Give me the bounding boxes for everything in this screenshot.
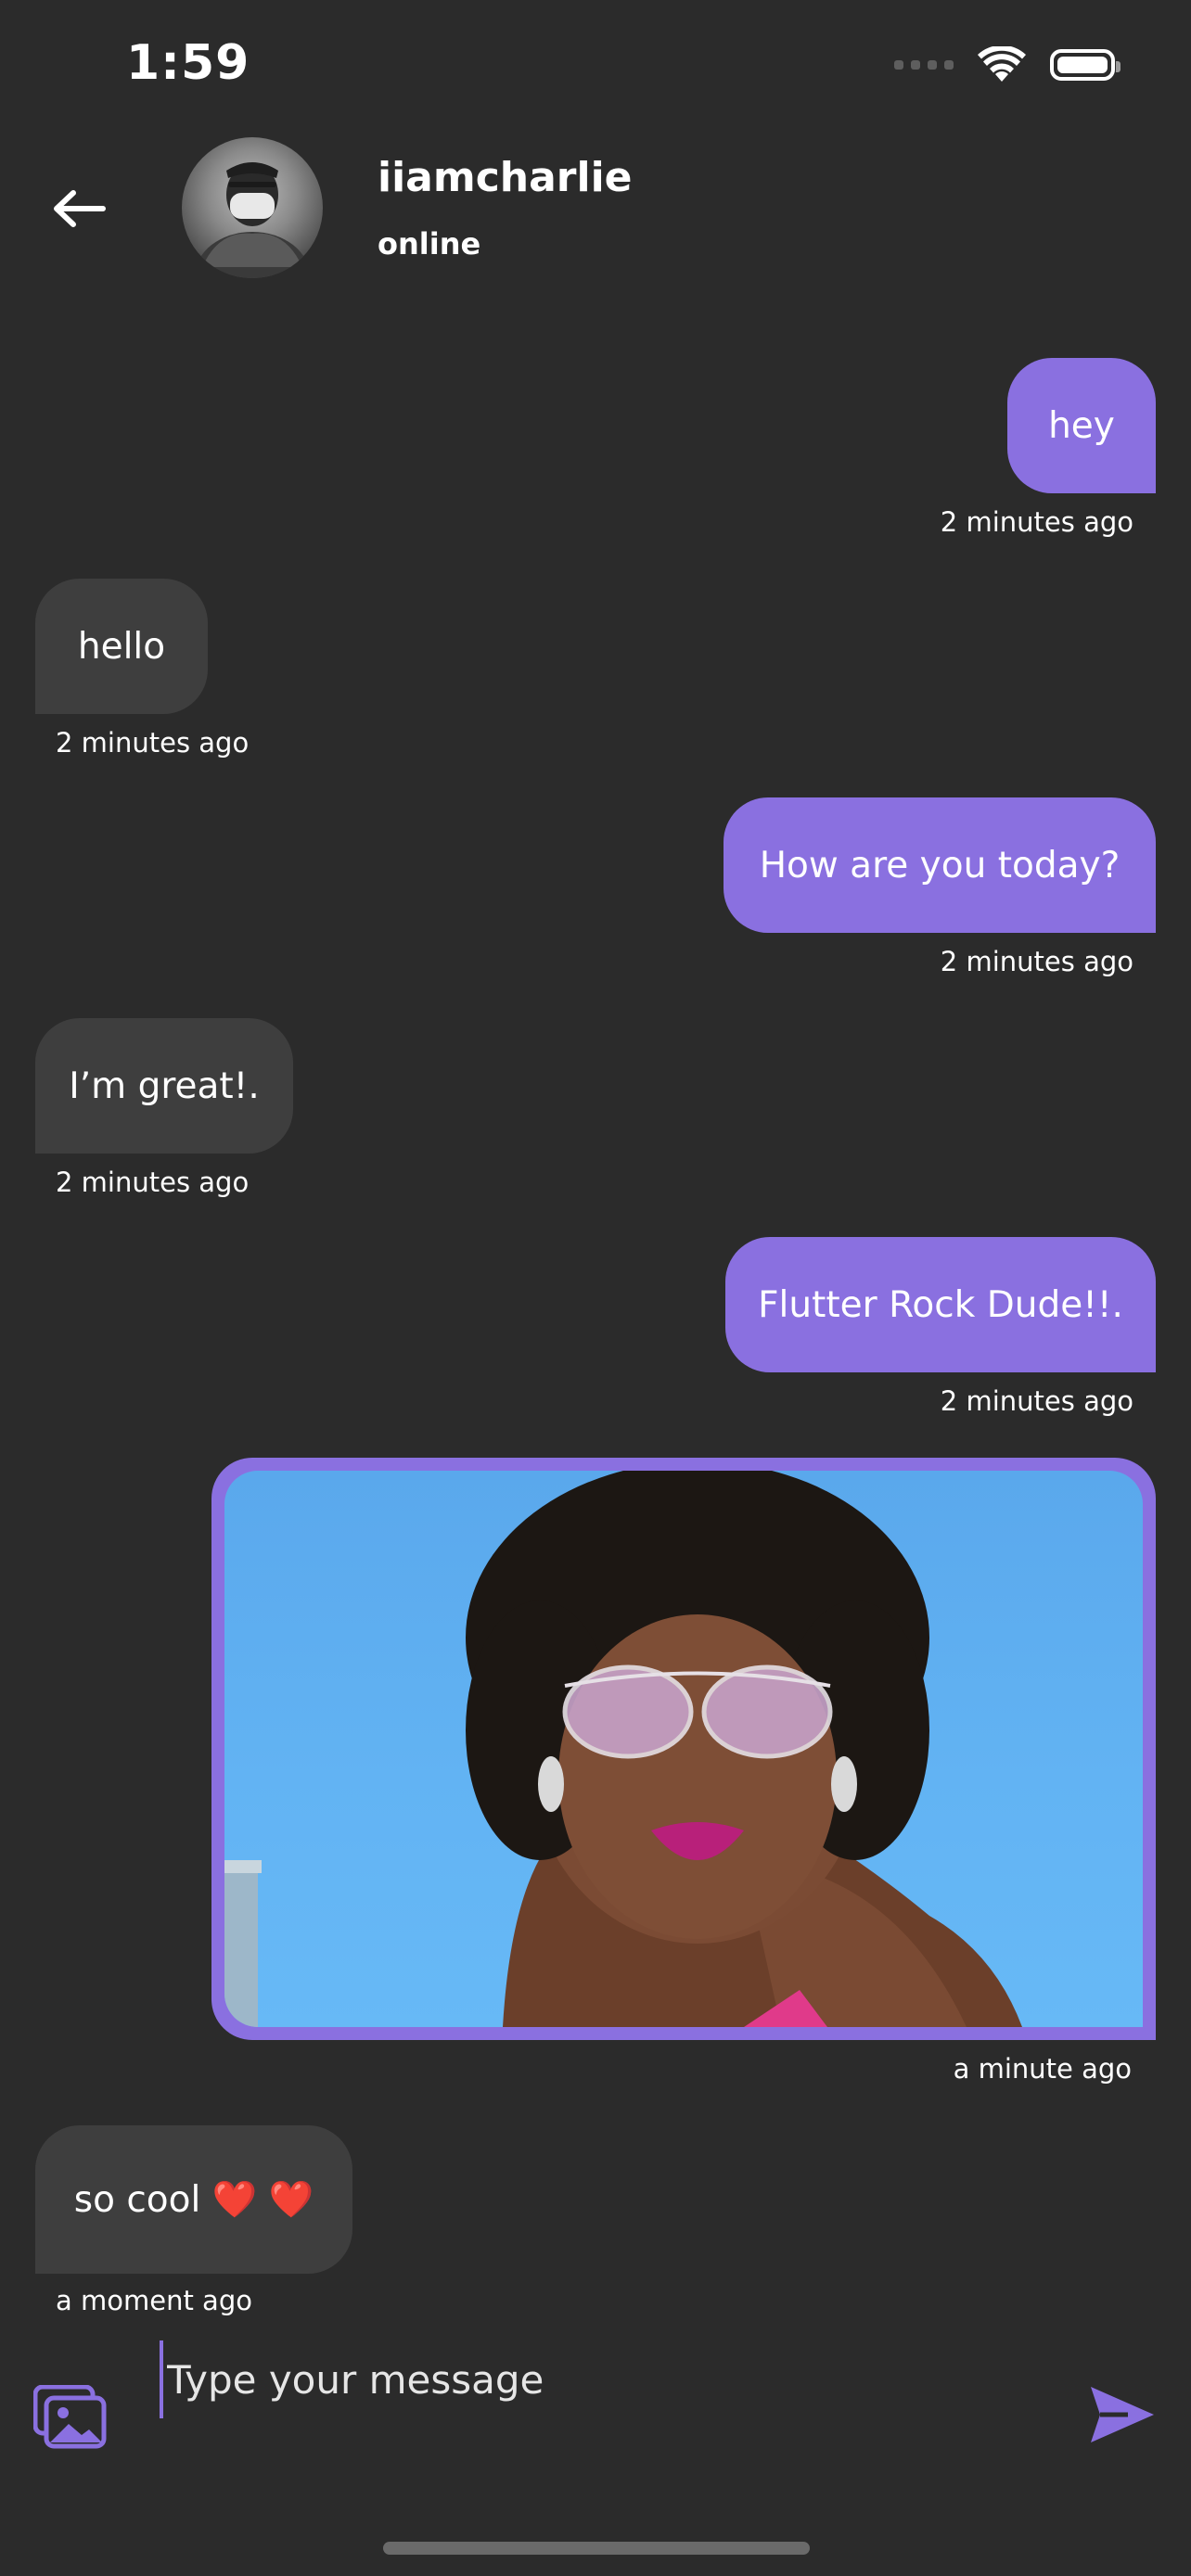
battery-icon (1050, 49, 1121, 81)
message-text: How are you today? (759, 844, 1121, 886)
message-text: hello (77, 625, 166, 668)
message-bubble-incoming[interactable]: I’m great!. (35, 1018, 293, 1154)
cellular-signal-icon (894, 60, 954, 70)
message-time: 2 minutes ago (56, 1167, 250, 1198)
message-time: 2 minutes ago (940, 1385, 1133, 1417)
message-text: hey (1048, 404, 1115, 447)
avatar[interactable] (182, 137, 323, 278)
send-icon (1091, 2387, 1154, 2442)
contact-name: iiamcharlie (378, 154, 633, 201)
message-bubble-incoming[interactable]: so cool ❤️ ❤️ (35, 2125, 352, 2274)
gallery-icon (32, 2384, 107, 2449)
message-bubble-incoming[interactable]: hello (35, 579, 208, 714)
arrow-left-icon (54, 190, 106, 227)
contact-status: online (378, 226, 481, 261)
send-button[interactable] (1087, 2379, 1158, 2450)
status-time: 1:59 (126, 35, 250, 91)
wifi-icon (978, 46, 1026, 82)
message-time: 2 minutes ago (940, 506, 1133, 538)
message-text: so cool ❤️ ❤️ (73, 2179, 314, 2221)
shared-photo (224, 1471, 1143, 2027)
message-image[interactable] (211, 1458, 1156, 2040)
message-time: 2 minutes ago (56, 727, 250, 759)
message-bubble-outgoing[interactable]: hey (1007, 358, 1156, 493)
gallery-button[interactable] (32, 2384, 108, 2450)
status-icons (894, 46, 1121, 83)
message-time: 2 minutes ago (940, 946, 1133, 977)
message-text: I’m great!. (69, 1065, 260, 1107)
home-indicator (383, 2542, 810, 2555)
message-text: Flutter Rock Dude!!. (758, 1283, 1123, 1326)
message-time: a minute ago (953, 2053, 1132, 2085)
message-input[interactable] (160, 2340, 1050, 2418)
message-bubble-outgoing[interactable]: Flutter Rock Dude!!. (725, 1237, 1156, 1372)
message-bubble-outgoing[interactable]: How are you today? (724, 797, 1156, 933)
message-time: a moment ago (56, 2285, 252, 2316)
back-button[interactable] (46, 176, 111, 241)
